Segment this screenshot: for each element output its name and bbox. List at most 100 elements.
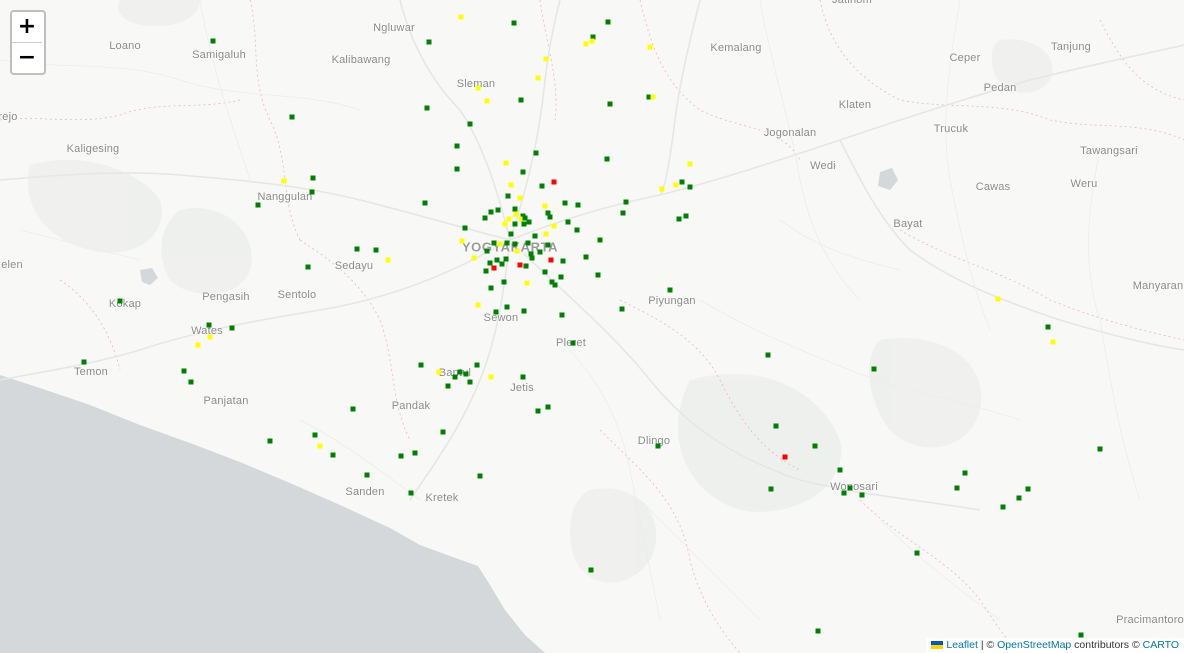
- map-marker-green[interactable]: [859, 492, 865, 498]
- map-marker-green[interactable]: [679, 179, 685, 185]
- map-marker-green[interactable]: [488, 285, 494, 291]
- map-marker-green[interactable]: [310, 175, 316, 181]
- map-marker-yellow[interactable]: [583, 41, 589, 47]
- map-marker-yellow[interactable]: [995, 296, 1001, 302]
- map-marker-yellow[interactable]: [207, 334, 213, 340]
- map-marker-red[interactable]: [548, 257, 554, 263]
- map-marker-green[interactable]: [354, 246, 360, 252]
- map-marker-green[interactable]: [312, 432, 318, 438]
- map-marker-green[interactable]: [463, 371, 469, 377]
- map-marker-green[interactable]: [595, 272, 601, 278]
- map-marker-green[interactable]: [560, 258, 566, 264]
- map-marker-yellow[interactable]: [647, 44, 653, 50]
- map-marker-green[interactable]: [508, 231, 514, 237]
- map-marker-green[interactable]: [623, 199, 629, 205]
- map-marker-green[interactable]: [520, 374, 526, 380]
- map-marker-green[interactable]: [454, 143, 460, 149]
- map-marker-yellow[interactable]: [659, 186, 665, 192]
- map-marker-green[interactable]: [588, 567, 594, 573]
- map-marker-yellow[interactable]: [535, 75, 541, 81]
- map-marker-yellow[interactable]: [471, 255, 477, 261]
- map-marker-green[interactable]: [954, 485, 960, 491]
- map-marker-green[interactable]: [418, 362, 424, 368]
- map-marker-yellow[interactable]: [436, 369, 442, 375]
- map-marker-yellow[interactable]: [475, 85, 481, 91]
- map-marker-green[interactable]: [667, 287, 673, 293]
- map-marker-green[interactable]: [81, 359, 87, 365]
- map-marker-green[interactable]: [495, 207, 501, 213]
- map-marker-green[interactable]: [422, 200, 428, 206]
- map-marker-yellow[interactable]: [385, 257, 391, 263]
- map-marker-green[interactable]: [424, 105, 430, 111]
- map-marker-green[interactable]: [452, 374, 458, 380]
- map-marker-green[interactable]: [558, 274, 564, 280]
- map-marker-green[interactable]: [583, 254, 589, 260]
- map-marker-yellow[interactable]: [589, 38, 595, 44]
- map-marker-green[interactable]: [562, 200, 568, 206]
- carto-link[interactable]: CARTO: [1143, 639, 1179, 651]
- map-marker-green[interactable]: [871, 366, 877, 372]
- map-marker-green[interactable]: [1097, 446, 1103, 452]
- map-marker-yellow[interactable]: [484, 98, 490, 104]
- map-marker-green[interactable]: [499, 261, 505, 267]
- map-marker-green[interactable]: [765, 352, 771, 358]
- map-marker-green[interactable]: [526, 219, 532, 225]
- map-marker-green[interactable]: [462, 225, 468, 231]
- zoom-out-button[interactable]: −: [12, 42, 42, 73]
- map-marker-green[interactable]: [1016, 495, 1022, 501]
- map-marker-green[interactable]: [229, 325, 235, 331]
- map-marker-yellow[interactable]: [551, 223, 557, 229]
- map-marker-green[interactable]: [914, 550, 920, 556]
- map-marker-yellow[interactable]: [475, 302, 481, 308]
- map-marker-green[interactable]: [683, 213, 689, 219]
- map-marker-green[interactable]: [559, 312, 565, 318]
- map-marker-green[interactable]: [518, 97, 524, 103]
- map-marker-yellow[interactable]: [650, 94, 656, 100]
- map-marker-green[interactable]: [440, 429, 446, 435]
- map-marker-green[interactable]: [504, 240, 510, 246]
- map-marker-green[interactable]: [484, 248, 490, 254]
- map-marker-green[interactable]: [364, 472, 370, 478]
- map-marker-green[interactable]: [815, 628, 821, 634]
- map-marker-yellow[interactable]: [502, 221, 508, 227]
- map-marker-yellow[interactable]: [281, 178, 287, 184]
- map-marker-green[interactable]: [255, 202, 261, 208]
- map-marker-green[interactable]: [210, 38, 216, 44]
- map-marker-green[interactable]: [542, 269, 548, 275]
- map-marker-green[interactable]: [545, 404, 551, 410]
- map-marker-red[interactable]: [551, 179, 557, 185]
- map-marker-yellow[interactable]: [517, 195, 523, 201]
- map-marker-green[interactable]: [655, 443, 661, 449]
- map-marker-green[interactable]: [1078, 632, 1084, 638]
- map-marker-green[interactable]: [539, 183, 545, 189]
- map-marker-green[interactable]: [350, 406, 356, 412]
- map-marker-green[interactable]: [188, 379, 194, 385]
- map-marker-green[interactable]: [520, 169, 526, 175]
- map-marker-green[interactable]: [457, 369, 463, 375]
- leaflet-link[interactable]: Leaflet: [946, 639, 978, 651]
- map-marker-green[interactable]: [605, 19, 611, 25]
- openstreetmap-link[interactable]: OpenStreetMap: [997, 639, 1071, 651]
- map-marker-green[interactable]: [511, 20, 517, 26]
- map-marker-green[interactable]: [467, 379, 473, 385]
- map-marker-green[interactable]: [482, 215, 488, 221]
- map-marker-green[interactable]: [488, 209, 494, 215]
- map-marker-yellow[interactable]: [542, 203, 548, 209]
- map-marker-green[interactable]: [330, 452, 336, 458]
- map-marker-yellow[interactable]: [524, 280, 530, 286]
- map-marker-yellow[interactable]: [543, 56, 549, 62]
- map-marker-green[interactable]: [1025, 486, 1031, 492]
- map-marker-green[interactable]: [537, 249, 543, 255]
- map-marker-green[interactable]: [574, 227, 580, 233]
- map[interactable]: Jatinom Ngluwar Loano Samigaluh Kalibawang Ke…: [0, 0, 1184, 653]
- map-marker-green[interactable]: [1045, 324, 1051, 330]
- map-marker-green[interactable]: [501, 279, 507, 285]
- map-marker-green[interactable]: [206, 322, 212, 328]
- map-marker-yellow[interactable]: [503, 160, 509, 166]
- map-marker-green[interactable]: [309, 189, 315, 195]
- map-marker-green[interactable]: [512, 241, 518, 247]
- map-marker-green[interactable]: [474, 362, 480, 368]
- map-marker-green[interactable]: [267, 438, 273, 444]
- map-marker-yellow[interactable]: [317, 443, 323, 449]
- map-marker-green[interactable]: [504, 304, 510, 310]
